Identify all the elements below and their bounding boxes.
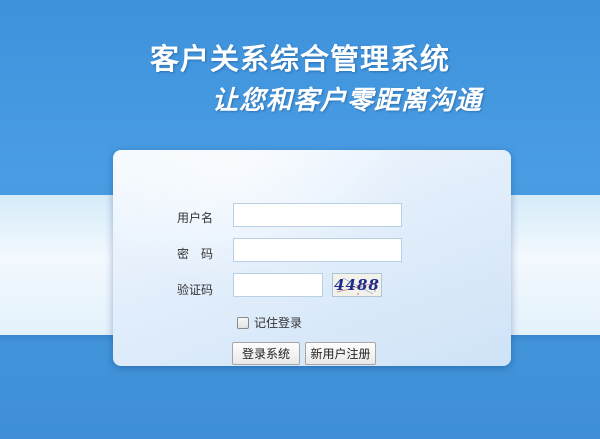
captcha-input[interactable] <box>233 273 323 297</box>
remember-login-option[interactable]: 记住登录 <box>237 314 302 331</box>
captcha-label: 验证码 <box>177 283 214 297</box>
register-button[interactable]: 新用户注册 <box>305 342 376 365</box>
app-title: 客户关系综合管理系统 <box>149 42 450 76</box>
password-label: 密 码 <box>177 247 214 261</box>
app-slogan: 让您和客户零距离沟通 <box>212 86 483 116</box>
username-input[interactable] <box>233 203 402 227</box>
captcha-image[interactable]: 4488 <box>332 273 382 297</box>
remember-checkbox[interactable] <box>237 316 249 329</box>
remember-label: 记住登录 <box>254 316 303 330</box>
password-input[interactable] <box>233 238 402 262</box>
login-panel: 用户名 密 码 验证码 4488 记住登录 登录系统 新用户注册 <box>113 150 511 366</box>
login-button[interactable]: 登录系统 <box>232 342 300 365</box>
captcha-text: 4488 <box>334 276 380 294</box>
username-label: 用户名 <box>177 211 214 225</box>
